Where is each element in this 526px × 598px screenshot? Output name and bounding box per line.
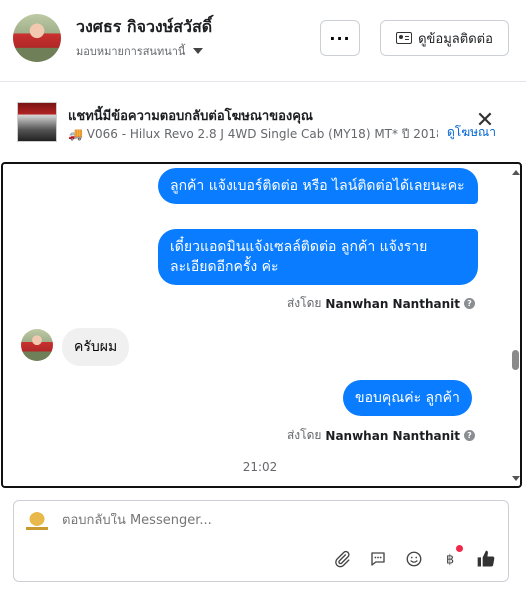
incoming-message[interactable]: ครับผม xyxy=(62,328,130,366)
truck-icon: 🚚 xyxy=(68,127,83,141)
assign-conversation-dropdown[interactable]: มอบหมายการสนทนานี้ xyxy=(76,42,204,60)
more-button[interactable]: ··· xyxy=(320,20,360,56)
info-icon[interactable]: ? xyxy=(464,298,475,309)
view-contact-label: ดูข้อมูลติดต่อ xyxy=(418,31,493,47)
ad-description: 🚚 V066 - Hilux Revo 2.8 J 4WD Single Cab… xyxy=(68,125,438,144)
scroll-up-icon[interactable] xyxy=(512,170,520,175)
attachment-icon[interactable] xyxy=(332,549,352,569)
sent-by-label: ส่งโดย Nanwhan Nanthanit ? xyxy=(287,294,475,313)
avatar xyxy=(21,329,53,361)
message-composer: ฿ xyxy=(13,500,509,582)
scroll-down-icon[interactable] xyxy=(512,476,520,481)
ad-description-text: V066 - Hilux Revo 2.8 J 4WD Single Cab (… xyxy=(86,127,438,141)
more-icon: ··· xyxy=(329,28,351,48)
assign-conversation-label: มอบหมายการสนทนานี้ xyxy=(76,45,186,58)
ad-banner-title: แชทนี้มีข้อความตอบกลับต่อโฆษณาของคุณ xyxy=(68,109,313,124)
message-thread[interactable]: ลูกค้า แจ้งเบอร์ติดต่อ หรือ ไลน์ติดต่อได… xyxy=(1,162,522,488)
saved-reply-icon[interactable] xyxy=(368,549,388,569)
outgoing-message[interactable]: เดี๋ยวแอดมินแจ้งเซลล์ติดต่อ ลูกค้า แจ้งร… xyxy=(158,229,478,285)
sent-by-prefix: ส่งโดย xyxy=(286,428,322,442)
info-icon[interactable]: ? xyxy=(464,430,475,441)
reply-input[interactable] xyxy=(62,513,462,528)
sent-by-prefix: ส่งโดย xyxy=(286,296,322,310)
contact-name[interactable]: วงศธร กิจวงษ์สวัสดิ์ xyxy=(76,15,212,40)
ad-thumbnail[interactable] xyxy=(17,102,57,142)
avatar[interactable] xyxy=(13,14,61,62)
sender-name: Nanwhan Nanthanit xyxy=(325,428,460,443)
message-timestamp: 21:02 xyxy=(242,460,278,474)
baht-payment-icon[interactable]: ฿ xyxy=(440,549,460,569)
chevron-down-icon xyxy=(193,48,204,54)
thumbs-up-icon[interactable] xyxy=(476,549,496,569)
scrollbar[interactable] xyxy=(509,164,520,486)
scrollbar-thumb[interactable] xyxy=(512,350,519,370)
sent-by-label: ส่งโดย Nanwhan Nanthanit ? xyxy=(287,426,475,445)
page-logo-icon xyxy=(24,511,50,531)
svg-text:฿: ฿ xyxy=(446,553,454,568)
notification-dot xyxy=(456,545,463,552)
ad-reply-banner: แชทนี้มีข้อความตอบกลับต่อโฆษณาของคุณ 🚚 V… xyxy=(0,90,526,156)
emoji-icon[interactable] xyxy=(404,549,424,569)
view-contact-button[interactable]: ดูข้อมูลติดต่อ xyxy=(380,20,509,56)
conversation-header: วงศธร กิจวงษ์สวัสดิ์ มอบหมายการสนทนานี้ … xyxy=(0,0,526,82)
outgoing-message[interactable]: ขอบคุณค่ะ ลูกค้า xyxy=(343,380,472,416)
contact-card-icon xyxy=(396,32,413,44)
sender-name: Nanwhan Nanthanit xyxy=(325,296,460,311)
view-ad-link[interactable]: ดูโฆษณา xyxy=(447,123,496,142)
outgoing-message[interactable]: ลูกค้า แจ้งเบอร์ติดต่อ หรือ ไลน์ติดต่อได… xyxy=(158,168,478,204)
